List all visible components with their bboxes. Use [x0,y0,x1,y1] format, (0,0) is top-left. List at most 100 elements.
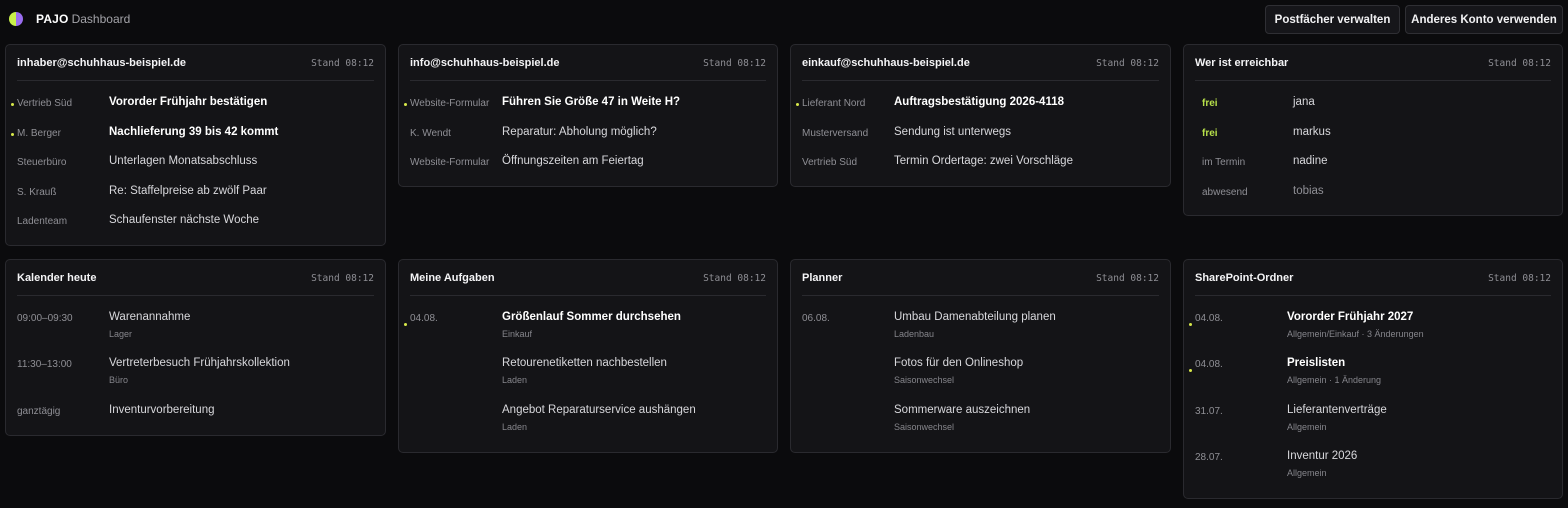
card-timestamp: Stand 08:12 [1488,58,1551,69]
person-name: jana [1293,96,1315,108]
card-header: Kalender heute Stand 08:12 [17,260,374,296]
mail-item[interactable]: Steuerbüro Unterlagen Monatsabschluss [6,153,385,175]
unread-dot-icon [796,103,799,106]
folder-title: Vororder Frühjahr 2027 [1287,311,1414,323]
folder-item[interactable]: 04.08. Vororder Frühjahr 2027 Allgemein/Ei… [1184,309,1562,343]
sharepoint-card: SharePoint-Ordner Stand 08:12 04.08. Voro… [1183,259,1563,499]
card-timestamp: Stand 08:12 [703,273,766,284]
manage-mailboxes-button[interactable]: Postfächer verwalten [1265,5,1400,34]
task-item[interactable]: 04.08. Größenlauf Sommer durchsehen Einkau… [399,309,777,343]
folder-detail: Allgemein/Einkauf · 3 Änderungen [1287,329,1424,339]
folder-item[interactable]: 04.08. Preislisten Allgemein · 1 Änderung [1184,355,1562,389]
planner-card: Planner Stand 08:12 06.08. Umbau Damenabt… [790,259,1171,453]
planner-item[interactable]: Sommerware auszeichnen Saisonwechsel [791,402,1170,436]
card-header: inhaber@schuhhaus-beispiel.de Stand 08:1… [17,45,374,81]
card-timestamp: Stand 08:12 [703,58,766,69]
person-row: im Termin nadine [1184,153,1562,175]
planner-date: 06.08. [802,313,830,324]
event-title: Warenannahme [109,311,191,323]
mail-item[interactable]: Lieferant Nord Auftragsbestätigung 2026-4… [791,94,1170,116]
planner-item[interactable]: 06.08. Umbau Damenabteilung planen Ladenba… [791,309,1170,343]
planner-item[interactable]: Fotos für den Onlineshop Saisonwechsel [791,355,1170,389]
pajo-logo-icon [9,12,23,26]
task-item[interactable]: Angebot Reparaturservice aushängen Laden [399,402,777,436]
mail-subject: Re: Staffelpreise ab zwölf Paar [109,185,267,197]
mail-item[interactable]: Website-Formular Führen Sie Größe 47 in W… [399,94,777,116]
changed-dot-icon [1189,323,1192,326]
calendar-event[interactable]: ganztägig Inventurvorbereitung [6,402,385,424]
card-header: Wer ist erreichbar Stand 08:12 [1195,45,1551,81]
person-name: tobias [1293,185,1324,197]
calendar-event[interactable]: 09:00–09:30 Warenannahme Lager [6,309,385,343]
mail-item[interactable]: Website-Formular Öffnungszeiten am Feiert… [399,153,777,175]
mailbox-card-einkauf: einkauf@schuhhaus-beispiel.de Stand 08:1… [790,44,1171,187]
mail-item[interactable]: Vertrieb Süd Vororder Frühjahr bestätigen [6,94,385,116]
card-title: Wer ist erreichbar [1195,57,1289,69]
card-timestamp: Stand 08:12 [1096,58,1159,69]
task-item[interactable]: Retourenetiketten nachbestellen Laden [399,355,777,389]
card-header: Planner Stand 08:12 [802,260,1159,296]
folder-detail: Allgemein [1287,422,1327,432]
person-row: abwesend tobias [1184,183,1562,205]
unread-dot-icon [11,133,14,136]
mail-subject: Öffnungszeiten am Feiertag [502,155,644,167]
card-title: einkauf@schuhhaus-beispiel.de [802,57,970,69]
card-header: einkauf@schuhhaus-beispiel.de Stand 08:1… [802,45,1159,81]
mail-item[interactable]: Ladenteam Schaufenster nächste Woche [6,212,385,234]
availability-card: Wer ist erreichbar Stand 08:12 frei jana … [1183,44,1563,216]
planner-category: Ladenbau [894,329,935,339]
mail-subject: Unterlagen Monatsabschluss [109,155,258,167]
mail-sender: K. Wendt [410,128,451,139]
folder-date: 31.07. [1195,406,1223,417]
mail-sender: Vertrieb Süd [802,157,858,168]
mail-subject: Führen Sie Größe 47 in Weite H? [502,96,681,108]
unread-dot-icon [404,103,407,106]
mail-sender: Website-Formular [410,98,490,109]
mail-sender: Ladenteam [17,216,68,227]
card-timestamp: Stand 08:12 [1096,273,1159,284]
card-title: SharePoint-Ordner [1195,272,1294,284]
mail-item[interactable]: K. Wendt Reparatur: Abholung möglich? [399,124,777,146]
folder-item[interactable]: 31.07. Lieferantenverträge Allgemein [1184,402,1562,436]
mail-sender: Lieferant Nord [802,98,866,109]
calendar-card: Kalender heute Stand 08:12 09:00–09:30 Wa… [5,259,386,436]
task-category: Laden [502,375,528,385]
folder-title: Lieferantenverträge [1287,404,1387,416]
mail-subject: Vororder Frühjahr bestätigen [109,96,268,108]
card-title: Planner [802,272,843,284]
mailbox-card-info: info@schuhhaus-beispiel.de Stand 08:12 W… [398,44,778,187]
mail-item[interactable]: M. Berger Nachlieferung 39 bis 42 kommt [6,124,385,146]
card-title: inhaber@schuhhaus-beispiel.de [17,57,187,69]
planner-title: Umbau Damenabteilung planen [894,311,1056,323]
task-title: Retourenetiketten nachbestellen [502,357,667,369]
mail-sender: M. Berger [17,128,61,139]
card-title: Meine Aufgaben [410,272,495,284]
mail-subject: Termin Ordertage: zwei Vorschläge [894,155,1073,167]
switch-account-button[interactable]: Anderes Konto verwenden [1405,5,1563,34]
folder-date: 28.07. [1195,452,1223,463]
due-dot-icon [404,323,407,326]
event-location: Büro [109,375,129,385]
mail-item[interactable]: Vertrieb Süd Termin Ordertage: zwei Vorsc… [791,153,1170,175]
task-category: Einkauf [502,329,533,339]
card-timestamp: Stand 08:12 [311,58,374,69]
task-category: Laden [502,422,528,432]
folder-item[interactable]: 28.07. Inventur 2026 Allgemein [1184,448,1562,482]
calendar-event[interactable]: 11:30–13:00 Vertreterbesuch Frühjahrskoll… [6,355,385,389]
mail-item[interactable]: Musterversand Sendung ist unterwegs [791,124,1170,146]
planner-title: Sommerware auszeichnen [894,404,1031,416]
mail-sender: Steuerbüro [17,157,67,168]
status-badge: abwesend [1202,187,1248,198]
mail-subject: Reparatur: Abholung möglich? [502,126,657,138]
changed-dot-icon [1189,369,1192,372]
event-time: 09:00–09:30 [17,313,73,324]
folder-title: Preislisten [1287,357,1346,369]
planner-category: Saisonwechsel [894,375,955,385]
folder-detail: Allgemein [1287,468,1327,478]
person-name: nadine [1293,155,1328,167]
person-name: markus [1293,126,1331,138]
card-timestamp: Stand 08:12 [311,273,374,284]
mail-subject: Sendung ist unterwegs [894,126,1011,138]
folder-title: Inventur 2026 [1287,450,1358,462]
mail-item[interactable]: S. Krauß Re: Staffelpreise ab zwölf Paar [6,183,385,205]
